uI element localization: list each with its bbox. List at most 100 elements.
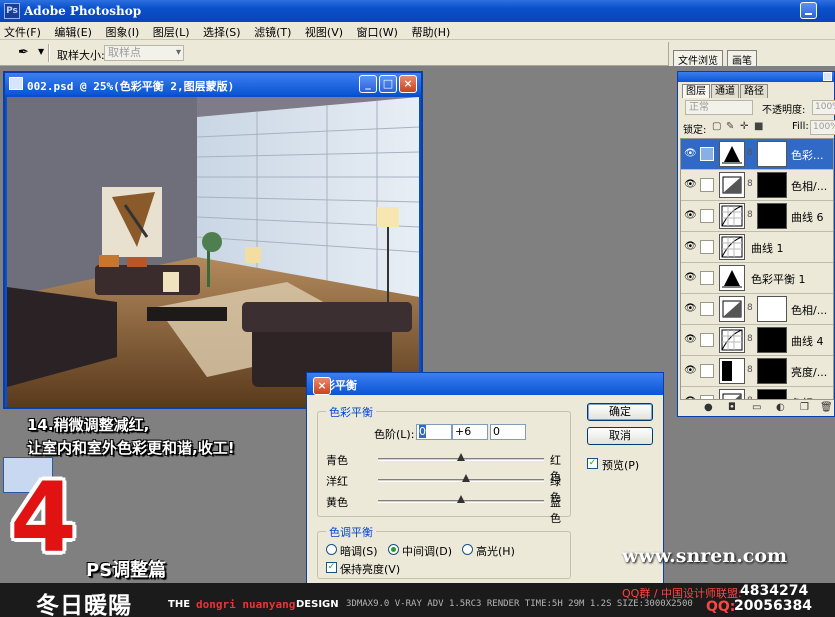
layers-panel-title-bar[interactable] — [678, 72, 834, 82]
tab-paths[interactable]: 路径 — [740, 84, 768, 98]
preserve-luminosity-checkbox[interactable]: ✓ — [326, 562, 337, 573]
layer-row[interactable]: 👁 8 色相/... — [681, 170, 833, 201]
cyan-red-slider[interactable] — [378, 453, 544, 461]
document-maximize-button[interactable]: □ — [379, 75, 397, 93]
tab-layers[interactable]: 图层 — [682, 84, 710, 98]
lock-position-icon[interactable]: ✛ — [740, 121, 748, 132]
shadows-radio[interactable] — [326, 544, 337, 555]
tab-brushes[interactable]: 画笔 — [727, 50, 757, 67]
menu-view[interactable]: 视图(V) — [301, 22, 347, 42]
layer-link-box[interactable] — [700, 302, 714, 316]
brightness-icon[interactable] — [719, 358, 745, 384]
layer-row[interactable]: 👁 8 亮度/... — [681, 356, 833, 387]
layer-link-box[interactable] — [700, 395, 714, 399]
preview-checkbox[interactable]: ✓ — [587, 458, 598, 469]
document-title-bar[interactable]: 002.psd @ 25%(色彩平衡 2,图层蒙版) _ □ × — [5, 73, 421, 95]
eye-icon[interactable]: 👁 — [684, 365, 697, 376]
curves-icon[interactable] — [719, 203, 745, 229]
lock-pixels-icon[interactable]: ✎ — [726, 121, 734, 132]
eyedropper-icon[interactable]: ✒ — [18, 45, 29, 60]
cyan-red-slider-thumb[interactable] — [457, 453, 465, 462]
image-canvas[interactable] — [7, 97, 419, 407]
layer-row[interactable]: 👁 8 色相/... — [681, 294, 833, 325]
new-set-icon[interactable]: ▭ — [752, 402, 761, 413]
layer-row[interactable]: 👁 色彩平衡 1 — [681, 263, 833, 294]
chain-icon[interactable]: 8 — [747, 210, 753, 220]
eye-icon[interactable]: 👁 — [684, 148, 697, 159]
chain-icon[interactable]: 8 — [747, 179, 753, 189]
eye-icon[interactable]: 👁 — [684, 210, 697, 221]
layer-link-box[interactable] — [700, 333, 714, 347]
layer-link-box[interactable] — [700, 178, 714, 192]
menu-select[interactable]: 选择(S) — [199, 22, 245, 42]
eye-icon[interactable]: 👁 — [684, 179, 697, 190]
layer-row[interactable]: 👁 8 色相/... — [681, 387, 833, 399]
document-close-button[interactable]: × — [399, 75, 417, 93]
tab-file-browser[interactable]: 文件浏览 — [673, 50, 723, 67]
chain-icon[interactable]: 8 — [747, 365, 753, 375]
layer-link-box[interactable] — [700, 209, 714, 223]
layer-row[interactable]: 👁 8 色彩... — [681, 139, 833, 170]
magenta-green-slider[interactable] — [378, 474, 544, 482]
eye-icon[interactable]: 👁 — [684, 241, 697, 252]
hue-icon[interactable] — [719, 389, 745, 399]
ok-button[interactable]: 确定 — [587, 403, 653, 421]
fill-input[interactable]: 100% — [810, 120, 835, 135]
menu-edit[interactable]: 编辑(E) — [50, 22, 96, 42]
cancel-button[interactable]: 取消 — [587, 427, 653, 445]
menu-layer[interactable]: 图层(L) — [149, 22, 194, 42]
balance-icon[interactable] — [719, 265, 745, 291]
layer-link-box[interactable] — [700, 240, 714, 254]
eye-icon[interactable]: 👁 — [684, 396, 697, 399]
yellow-blue-slider[interactable] — [378, 495, 544, 503]
menu-image[interactable]: 图象(I) — [101, 22, 143, 42]
layer-mask-thumbnail[interactable] — [757, 203, 787, 229]
chain-icon[interactable]: 8 — [747, 396, 753, 399]
layer-row[interactable]: 👁 8 曲线 6 — [681, 201, 833, 232]
layer-link-box[interactable] — [700, 147, 714, 161]
midtones-radio[interactable] — [388, 544, 399, 555]
opacity-input[interactable]: 100% — [812, 100, 835, 115]
panel-close-icon[interactable] — [823, 72, 832, 81]
menu-help[interactable]: 帮助(H) — [407, 22, 454, 42]
layer-link-box[interactable] — [700, 364, 714, 378]
level-magenta-green-input[interactable]: +6 — [452, 424, 488, 440]
layer-mask-thumbnail[interactable] — [757, 172, 787, 198]
hue-icon[interactable] — [719, 172, 745, 198]
new-adjustment-icon[interactable]: ◐ — [776, 402, 785, 413]
eye-icon[interactable]: 👁 — [684, 272, 697, 283]
magenta-green-slider-thumb[interactable] — [461, 474, 470, 483]
tab-channels[interactable]: 通道 — [711, 84, 739, 98]
sample-size-select[interactable]: 取样点 — [104, 45, 184, 61]
layer-row[interactable]: 👁 曲线 1 — [681, 232, 833, 263]
layer-link-box[interactable] — [700, 271, 714, 285]
eye-icon[interactable]: 👁 — [684, 334, 697, 345]
eye-icon[interactable]: 👁 — [684, 303, 697, 314]
menu-file[interactable]: 文件(F) — [0, 22, 45, 42]
menu-window[interactable]: 窗口(W) — [353, 22, 402, 42]
lock-transparency-icon[interactable]: ▢ — [712, 121, 721, 132]
dialog-close-button[interactable]: × — [313, 377, 331, 395]
layer-row[interactable]: 👁 8 曲线 4 — [681, 325, 833, 356]
dialog-title-bar[interactable]: 色彩平衡 × — [307, 373, 663, 395]
layer-mask-thumbnail[interactable] — [757, 389, 787, 399]
document-minimize-button[interactable]: _ — [359, 75, 377, 93]
layer-mask-thumbnail[interactable] — [757, 358, 787, 384]
layer-mask-thumbnail[interactable] — [757, 296, 787, 322]
blend-mode-select[interactable]: 正常 — [685, 100, 753, 115]
chain-icon[interactable]: 8 — [747, 334, 753, 344]
layer-style-icon[interactable]: ● — [704, 402, 713, 413]
level-yellow-blue-input[interactable]: 0 — [490, 424, 526, 440]
trash-icon[interactable]: 🗑 — [820, 402, 833, 413]
balance-icon[interactable] — [719, 141, 745, 167]
add-mask-icon[interactable]: ◘ — [728, 402, 736, 413]
lock-all-icon[interactable]: ■ — [754, 121, 763, 132]
curves-icon[interactable] — [719, 234, 745, 260]
new-layer-icon[interactable]: ❐ — [800, 402, 809, 413]
minimize-button[interactable] — [800, 2, 817, 19]
level-cyan-red-input[interactable]: 0 — [416, 424, 452, 440]
layer-mask-thumbnail[interactable] — [757, 141, 787, 167]
layer-mask-thumbnail[interactable] — [757, 327, 787, 353]
chain-icon[interactable]: 8 — [747, 303, 753, 313]
curves-icon[interactable] — [719, 327, 745, 353]
